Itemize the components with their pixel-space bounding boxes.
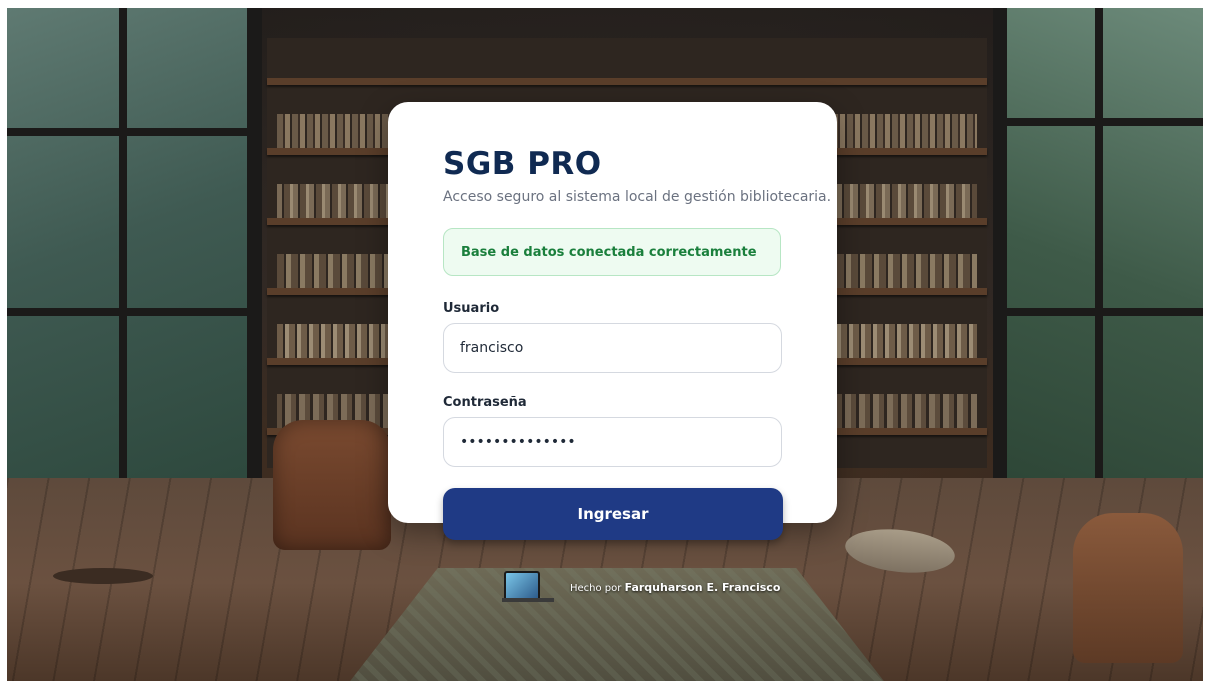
password-label: Contraseña [443,395,527,410]
footer: Hecho por Farquharson E. Francisco [502,570,780,604]
app-subtitle: Acceso seguro al sistema local de gestió… [443,189,832,205]
side-table [53,568,153,584]
footer-author: Farquharson E. Francisco [624,580,781,594]
armchair-left [273,420,391,550]
app-title: SGB PRO [443,146,602,182]
shelf [267,78,987,85]
password-input[interactable] [443,417,782,467]
login-button[interactable]: Ingresar [443,488,783,540]
window-frame [7,308,262,316]
db-status-text: Base de datos conectada correctamente [461,244,757,260]
footer-credit: Hecho por Farquharson E. Francisco [570,581,780,594]
computer-logo-icon [502,571,554,603]
footer-prefix: Hecho por [570,582,622,594]
armchair-right [1073,513,1183,663]
username-label: Usuario [443,301,500,316]
window-frame [7,128,262,136]
db-status-alert: Base de datos conectada correctamente [443,228,781,276]
username-input[interactable] [443,323,782,373]
